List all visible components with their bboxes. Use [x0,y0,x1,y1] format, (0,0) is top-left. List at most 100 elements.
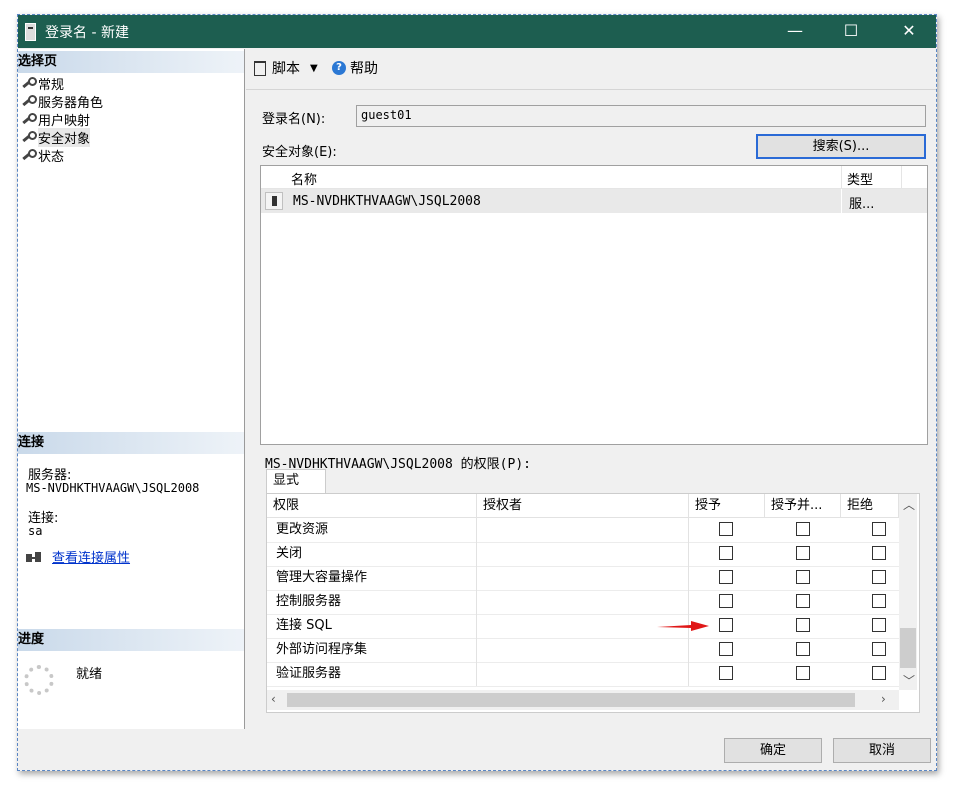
scroll-left-icon[interactable]: ‹ [271,692,276,706]
deny-checkbox[interactable] [872,618,886,632]
tab-explicit[interactable]: 显式 [266,469,326,493]
scroll-down-icon[interactable]: ﹀ [903,672,915,689]
vertical-scrollbar[interactable]: ︿ ﹀ [899,494,917,690]
toolbar: 脚本 ▼ ? 帮助 [246,49,936,90]
script-icon [254,60,266,76]
permission-name: 更改资源 [267,518,477,542]
grant-checkbox[interactable] [719,666,733,680]
vertical-scroll-thumb[interactable] [900,628,916,668]
horizontal-scrollbar[interactable]: ‹ › [267,690,899,710]
wrench-icon [20,94,37,108]
search-button[interactable]: 搜索(S)... [756,134,926,159]
login-name-input[interactable]: guest01 [356,105,926,127]
grantor-cell [477,542,689,566]
horizontal-scroll-thumb[interactable] [287,693,855,707]
with-grant-checkbox[interactable] [796,642,810,656]
script-button[interactable]: 脚本 ▼ [254,58,318,78]
cancel-button[interactable]: 取消 [833,738,931,763]
securable-type: 服... [849,197,875,212]
script-label: 脚本 [272,61,300,77]
grant-checkbox[interactable] [719,642,733,656]
table-row[interactable]: 连接 SQL [267,614,899,639]
page-label: 安全对象 [38,127,91,147]
help-button[interactable]: ? 帮助 [332,58,378,78]
wrench-icon [20,148,37,162]
permission-name: 控制服务器 [267,590,477,614]
with-grant-checkbox[interactable] [796,570,810,584]
page-item-general[interactable]: 常规 [20,74,64,93]
deny-checkbox[interactable] [872,546,886,560]
grant-checkbox[interactable] [719,522,733,536]
window-title: 登录名 - 新建 [45,25,129,41]
deny-checkbox[interactable] [872,666,886,680]
page-item-server-roles[interactable]: 服务器角色 [20,92,103,111]
help-icon: ? [332,61,346,75]
deny-checkbox[interactable] [872,570,886,584]
securables-grid: 名称 类型 MS-NVDHKTHVAAGW\JSQL2008 服... [260,165,928,445]
table-row[interactable]: 控制服务器 [267,590,899,615]
column-header-grantor[interactable]: 授权者 [477,494,689,518]
column-header-deny[interactable]: 拒绝 [841,494,899,518]
help-label: 帮助 [350,61,378,77]
progress-header: 进度 [18,629,244,651]
view-connection-properties[interactable]: 查看连接属性 [26,547,130,566]
column-header-permission[interactable]: 权限 [267,494,477,518]
page-label: 状态 [38,149,65,165]
with-grant-checkbox[interactable] [796,546,810,560]
page-label: 用户映射 [38,113,91,129]
with-grant-checkbox[interactable] [796,618,810,632]
login-name-label: 登录名(N): [262,112,326,127]
grant-checkbox[interactable] [719,594,733,608]
wrench-icon [20,130,37,144]
column-header-with-grant[interactable]: 授予并... [765,494,841,518]
grantor-cell [477,566,689,590]
with-grant-checkbox[interactable] [796,522,810,536]
permission-name: 管理大容量操作 [267,566,477,590]
permission-name: 关闭 [267,542,477,566]
column-header-type[interactable]: 类型 [847,169,873,188]
grant-checkbox[interactable] [719,546,733,560]
permissions-grid: 权限 授权者 授予 授予并... 拒绝 更改资源 关闭 管理大容量操作 控制服务… [267,494,899,690]
grantor-cell [477,590,689,614]
table-row[interactable]: 关闭 [267,542,899,567]
red-arrow-icon [657,621,709,631]
progress-spinner-icon [24,665,54,695]
table-row[interactable]: 外部访问程序集 [267,638,899,663]
minimize-button[interactable]: — [780,19,810,43]
deny-checkbox[interactable] [872,522,886,536]
scroll-up-icon[interactable]: ︿ [903,496,915,513]
table-row[interactable]: 验证服务器 [267,662,899,687]
wrench-icon [20,112,37,126]
close-button[interactable]: ✕ [894,19,924,43]
dialog-window: 登录名 - 新建 — ☐ ✕ 选择页 常规 服务器角色 用户映射 安全对象 状态… [17,14,937,771]
maximize-button[interactable]: ☐ [836,19,866,43]
permission-name: 外部访问程序集 [267,638,477,662]
chevron-down-icon[interactable]: ▼ [310,63,318,74]
connection-header: 连接 [18,432,244,454]
wrench-icon [20,76,37,90]
with-grant-checkbox[interactable] [796,666,810,680]
table-row[interactable]: MS-NVDHKTHVAAGW\JSQL2008 服... [261,189,927,213]
page-item-user-mapping[interactable]: 用户映射 [20,110,91,129]
grant-checkbox[interactable] [719,618,733,632]
server-icon [265,192,283,210]
column-header-grant[interactable]: 授予 [689,494,765,518]
deny-checkbox[interactable] [872,642,886,656]
connection-properties-icon [26,550,44,564]
column-header-name[interactable]: 名称 [291,169,317,188]
page-item-securables[interactable]: 安全对象 [20,127,91,147]
deny-checkbox[interactable] [872,594,886,608]
permission-name: 验证服务器 [267,662,477,686]
scroll-right-icon[interactable]: › [881,692,886,706]
grant-checkbox[interactable] [719,570,733,584]
grantor-cell [477,638,689,662]
permissions-panel: 权限 授权者 授予 授予并... 拒绝 更改资源 关闭 管理大容量操作 控制服务… [266,493,920,713]
left-pane: 选择页 常规 服务器角色 用户映射 安全对象 状态 连接 服务器: MS-NVD… [18,49,245,729]
ok-button[interactable]: 确定 [724,738,822,763]
with-grant-checkbox[interactable] [796,594,810,608]
view-connection-properties-link[interactable]: 查看连接属性 [52,547,130,566]
table-row[interactable]: 更改资源 [267,518,899,543]
select-page-header: 选择页 [18,51,244,73]
table-row[interactable]: 管理大容量操作 [267,566,899,591]
page-item-status[interactable]: 状态 [20,146,65,165]
